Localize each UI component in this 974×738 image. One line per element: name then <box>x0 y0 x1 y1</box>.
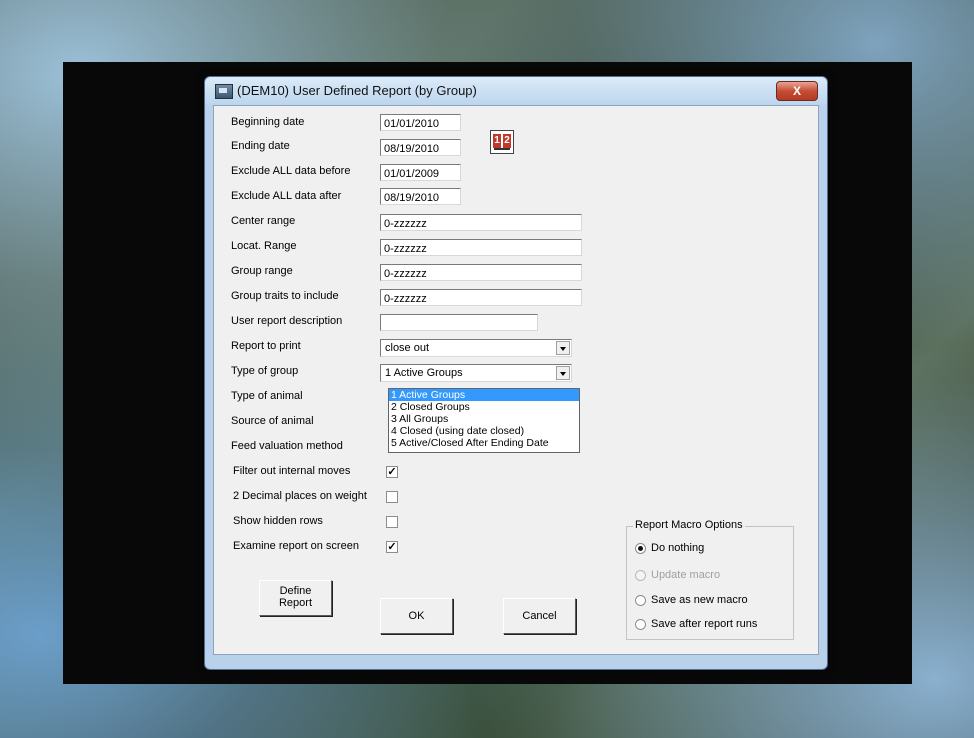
center-range-field[interactable] <box>380 214 582 231</box>
close-button[interactable]: X <box>776 81 818 101</box>
radio-icon[interactable] <box>635 619 646 630</box>
beginning-date-label: Beginning date <box>231 116 305 128</box>
dropdown-option[interactable]: 4 Closed (using date closed) <box>389 425 579 437</box>
source-of-animal-label: Source of animal <box>231 415 314 427</box>
radio-icon[interactable] <box>635 595 646 606</box>
two-decimal-places-label: 2 Decimal places on weight <box>233 490 367 502</box>
ok-button[interactable]: OK <box>380 598 453 634</box>
group-range-field[interactable] <box>380 264 582 281</box>
calendar-calc-icon[interactable]: 12 <box>490 130 514 154</box>
title-bar[interactable]: (DEM10) User Defined Report (by Group) X <box>205 77 827 105</box>
report-to-print-value: close out <box>385 342 430 354</box>
user-report-description-label: User report description <box>231 315 343 327</box>
locat-range-label: Locat. Range <box>231 240 297 252</box>
report-to-print-label: Report to print <box>231 340 301 352</box>
define-report-label-line2: Report <box>278 597 313 609</box>
ending-date-label: Ending date <box>231 140 290 152</box>
exclude-before-field[interactable] <box>380 164 461 181</box>
exclude-after-label: Exclude ALL data after <box>231 190 342 202</box>
report-to-print-select[interactable]: close out <box>380 339 572 357</box>
show-hidden-rows-label: Show hidden rows <box>233 515 323 527</box>
exclude-after-field[interactable] <box>380 188 461 205</box>
cancel-button[interactable]: Cancel <box>503 598 576 634</box>
type-of-group-select[interactable]: 1 Active Groups <box>380 364 572 382</box>
report-dialog: (DEM10) User Defined Report (by Group) X… <box>204 76 828 670</box>
group-traits-field[interactable] <box>380 289 582 306</box>
radio-selected-icon[interactable] <box>635 543 646 554</box>
locat-range-field[interactable] <box>380 239 582 256</box>
dropdown-option[interactable]: 1 Active Groups <box>389 389 579 401</box>
dialog-client-area: Beginning date Ending date 12 Exclude AL… <box>213 105 819 655</box>
radio-icon[interactable] <box>635 570 646 581</box>
type-of-group-dropdown-list: 1 Active Groups 2 Closed Groups 3 All Gr… <box>388 388 580 453</box>
filter-internal-moves-label: Filter out internal moves <box>233 465 351 477</box>
center-range-label: Center range <box>231 215 296 227</box>
user-report-description-field[interactable] <box>380 314 538 331</box>
two-decimal-places-checkbox[interactable] <box>386 491 398 503</box>
chevron-down-icon[interactable] <box>556 366 570 380</box>
type-of-animal-label: Type of animal <box>231 390 303 402</box>
dropdown-option[interactable]: 5 Active/Closed After Ending Date <box>389 437 579 449</box>
group-range-label: Group range <box>231 265 293 277</box>
window-title: (DEM10) User Defined Report (by Group) <box>237 83 477 98</box>
chevron-down-icon[interactable] <box>556 341 570 355</box>
define-report-button[interactable]: Define Report <box>259 580 332 616</box>
examine-on-screen-label: Examine report on screen <box>233 540 359 552</box>
beginning-date-field[interactable] <box>380 114 461 131</box>
dropdown-option[interactable]: 2 Closed Groups <box>389 401 579 413</box>
radio-do-nothing-label: Do nothing <box>651 542 705 554</box>
type-of-group-value: 1 Active Groups <box>385 367 463 379</box>
app-icon <box>215 84 233 99</box>
radio-save-as-new-label: Save as new macro <box>651 594 748 606</box>
report-macro-options-title: Report Macro Options <box>633 519 745 531</box>
ending-date-field[interactable] <box>380 139 461 156</box>
exclude-before-label: Exclude ALL data before <box>231 165 351 177</box>
radio-save-after-runs-label: Save after report runs <box>651 618 758 630</box>
define-report-label-line1: Define <box>279 585 312 597</box>
radio-update-macro-label: Update macro <box>651 569 721 581</box>
type-of-group-label: Type of group <box>231 365 299 377</box>
dropdown-option[interactable]: 3 All Groups <box>389 413 579 425</box>
report-macro-options-group: Report Macro Options Do nothing Update m… <box>626 519 794 640</box>
group-traits-label: Group traits to include <box>231 290 339 302</box>
filter-internal-moves-checkbox[interactable]: ✓ <box>386 466 398 478</box>
feed-valuation-label: Feed valuation method <box>231 440 343 452</box>
show-hidden-rows-checkbox[interactable] <box>386 516 398 528</box>
examine-on-screen-checkbox[interactable]: ✓ <box>386 541 398 553</box>
